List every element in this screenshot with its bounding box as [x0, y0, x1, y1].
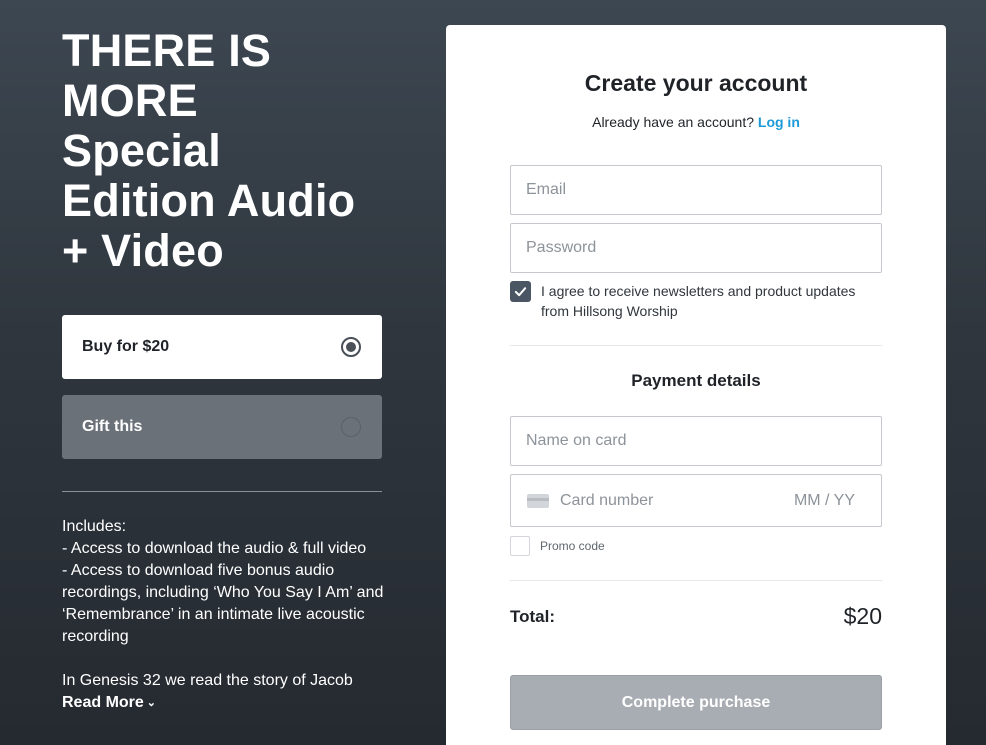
promo-code-toggle[interactable]: Promo code [510, 536, 605, 556]
newsletter-consent-label: I agree to receive newsletters and produ… [541, 283, 856, 319]
signup-card: Create your account Already have an acco… [446, 25, 946, 745]
total-label: Total: [510, 607, 556, 626]
include-item: - Access to download five bonus audio re… [62, 562, 384, 645]
checkmark-icon [514, 287, 527, 297]
chevron-down-icon: ⌄ [146, 697, 157, 709]
divider [510, 345, 882, 346]
divider [62, 491, 382, 492]
name-on-card-field[interactable] [510, 416, 882, 466]
promo-code-label[interactable]: Promo code [540, 539, 605, 553]
read-more-link[interactable]: Read More ⌄ [62, 692, 156, 714]
gift-option-label: Gift this [82, 418, 143, 435]
newsletter-checkbox[interactable] [510, 281, 531, 302]
buy-option[interactable]: Buy for $20 [62, 315, 382, 379]
title-line: MORE [62, 75, 198, 126]
payment-details-title: Payment details [631, 371, 761, 390]
gift-option[interactable]: Gift this [62, 395, 382, 459]
description-teaser: In Genesis 32 we read the story of Jacob [62, 672, 353, 689]
hero-section: THERE IS MORE Special Edition Audio + Vi… [62, 26, 382, 276]
gift-radio-icon[interactable] [341, 417, 361, 437]
product-description: Includes: - Access to download the audio… [62, 516, 392, 714]
credit-card-icon [527, 493, 549, 508]
title-line: Edition Audio [62, 175, 356, 226]
promo-code-checkbox[interactable] [510, 536, 530, 556]
title-line: + Video [62, 225, 224, 276]
buy-radio-icon[interactable] [341, 337, 361, 357]
page-title: THERE IS MORE Special Edition Audio + Vi… [62, 26, 382, 276]
divider [510, 580, 882, 581]
title-line: THERE IS [62, 25, 272, 76]
includes-heading: Includes: [62, 518, 127, 535]
login-link[interactable]: Log in [758, 114, 800, 130]
include-item: - Access to download the audio & full vi… [62, 540, 367, 557]
total-value: $20 [843, 603, 882, 629]
buy-option-label: Buy for $20 [82, 338, 170, 355]
card-title: Create your account [584, 70, 808, 96]
complete-purchase-button[interactable]: Complete purchase [510, 675, 882, 730]
read-more-label: Read More [62, 694, 144, 711]
title-line: Special [62, 125, 221, 176]
email-field[interactable] [510, 165, 882, 215]
card-number-field[interactable]: Card number MM / YY [510, 474, 882, 527]
card-number-input[interactable]: Card number [560, 492, 794, 510]
login-prompt-text: Already have an account? [592, 114, 754, 130]
password-field[interactable] [510, 223, 882, 273]
login-prompt: Already have an account? Log in [446, 114, 946, 130]
newsletter-consent: I agree to receive newsletters and produ… [510, 281, 882, 321]
expiry-input[interactable]: MM / YY [794, 492, 865, 510]
